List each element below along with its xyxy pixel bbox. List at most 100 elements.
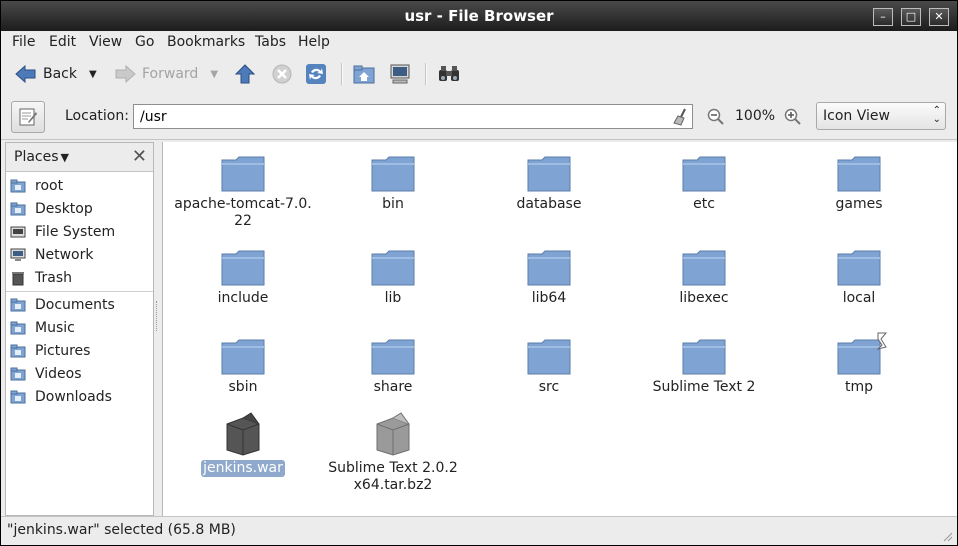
home-folder-icon [8, 178, 30, 194]
menu-file[interactable]: File [12, 33, 35, 51]
folder-item[interactable]: share [318, 337, 468, 396]
archive-icon [168, 412, 318, 456]
up-arrow-icon [234, 64, 256, 84]
menu-edit[interactable]: Edit [49, 33, 76, 51]
zoom-out-icon[interactable] [707, 108, 725, 130]
chevron-down-icon: ▼ [60, 151, 69, 164]
folder-item[interactable]: bin [318, 154, 468, 213]
zoom-level[interactable]: 100% [735, 108, 775, 124]
item-label: database [516, 196, 582, 212]
search-button[interactable] [437, 61, 461, 87]
updown-chevron-icon: ⌃ ⌄ [932, 105, 941, 125]
sidebar-item-label: Pictures [35, 343, 91, 359]
clear-location-icon[interactable] [673, 108, 689, 130]
sidebar-item-label: Desktop [35, 201, 93, 217]
archive-icon [318, 412, 468, 456]
close-sidebar-icon[interactable]: ✕ [132, 146, 147, 167]
item-label: etc [693, 196, 715, 212]
sidebar-resize-handle[interactable] [156, 301, 159, 331]
status-text: "jenkins.war" selected (65.8 MB) [7, 522, 236, 538]
sidebar-item-videos[interactable]: Videos [6, 363, 153, 385]
sidebar-item-label: Documents [35, 297, 115, 313]
zoom-in-icon[interactable] [784, 108, 802, 130]
menu-help[interactable]: Help [298, 33, 330, 51]
sidebar-item-pictures[interactable]: Pictures [6, 340, 153, 362]
places-sidebar: Places ▼ ✕ root Desktop File System Network T… [5, 142, 154, 516]
item-label: games [835, 196, 883, 212]
minimize-button[interactable]: – [873, 8, 893, 26]
music-folder-icon [8, 320, 30, 336]
item-label: sbin [228, 379, 258, 395]
folder-icon [629, 248, 779, 286]
item-label: jenkins.war [201, 460, 285, 477]
edit-note-icon [19, 108, 37, 126]
folder-item[interactable]: tmp [784, 332, 934, 396]
hard-drive-icon [8, 224, 30, 240]
folder-item[interactable]: local [784, 248, 934, 307]
status-bar: "jenkins.war" selected (65.8 MB) [1, 516, 957, 545]
toggle-location-mode-button[interactable] [11, 101, 45, 133]
folder-item[interactable]: lib64 [474, 248, 624, 307]
binoculars-icon [439, 66, 459, 81]
menu-tabs[interactable]: Tabs [255, 33, 286, 51]
close-window-button[interactable]: ✕ [929, 8, 949, 26]
folder-icon [168, 248, 318, 286]
documents-folder-icon [8, 297, 30, 313]
item-label: src [538, 379, 560, 395]
menu-view[interactable]: View [89, 33, 122, 51]
sidebar-item-label: Downloads [35, 389, 112, 405]
file-item[interactable]: Sublime Text 2.0.2 x64.tar.bz2 [318, 412, 468, 494]
sidebar-item-file-system[interactable]: File System [6, 221, 153, 243]
sidebar-item-downloads[interactable]: Downloads [6, 386, 153, 408]
sidebar-item-music[interactable]: Music [6, 317, 153, 339]
folder-item[interactable]: etc [629, 154, 779, 213]
forward-button[interactable]: Forward ▼ [114, 61, 218, 87]
stop-button[interactable] [271, 61, 293, 87]
item-label: local [842, 290, 876, 306]
folder-item[interactable]: games [784, 154, 934, 213]
folder-item[interactable]: database [474, 154, 624, 213]
maximize-button[interactable]: □ [901, 8, 921, 26]
file-browser-window: usr - File Browser – □ ✕ File Edit View … [1, 1, 957, 545]
computer-button[interactable] [389, 61, 411, 87]
sidebar-item-label: Network [35, 247, 94, 263]
folder-item[interactable]: src [474, 337, 624, 396]
places-dropdown[interactable]: Places ▼ [14, 149, 69, 165]
item-label: tmp [844, 379, 873, 395]
sidebar-item-network[interactable]: Network [6, 244, 153, 266]
item-label: include [217, 290, 269, 306]
home-button[interactable] [353, 61, 375, 87]
forward-arrow-icon [115, 64, 136, 84]
folder-icon [318, 248, 468, 286]
location-input[interactable] [133, 104, 693, 129]
folder-item[interactable]: lib [318, 248, 468, 307]
resize-grip-icon[interactable] [941, 530, 953, 542]
folder-icon [474, 248, 624, 286]
menu-bookmarks[interactable]: Bookmarks [167, 33, 245, 51]
sidebar-item-root[interactable]: root [6, 175, 153, 197]
view-mode-select[interactable]: Icon View ⌃ ⌄ [816, 102, 946, 130]
reload-button[interactable] [305, 61, 327, 87]
folder-icon [474, 154, 624, 192]
sidebar-item-desktop[interactable]: Desktop [6, 198, 153, 220]
folder-icon [168, 154, 318, 192]
folder-icon [629, 154, 779, 192]
sidebar-item-label: Videos [35, 366, 82, 382]
sidebar-item-trash[interactable]: Trash [6, 267, 153, 289]
folder-item[interactable]: libexec [629, 248, 779, 307]
folder-item[interactable]: Sublime Text 2 [629, 337, 779, 396]
sidebar-item-documents[interactable]: Documents [6, 294, 153, 316]
up-button[interactable] [234, 61, 256, 87]
back-button[interactable]: Back ▼ [15, 61, 97, 87]
back-history-chevron-icon[interactable]: ▼ [89, 69, 97, 80]
computer-icon [390, 64, 410, 84]
file-item[interactable]: jenkins.war [168, 412, 318, 477]
title-bar[interactable]: usr - File Browser – □ ✕ [1, 1, 957, 31]
menu-go[interactable]: Go [135, 33, 154, 51]
folder-item[interactable]: sbin [168, 337, 318, 396]
folder-item[interactable]: include [168, 248, 318, 307]
folder-item[interactable]: apache-tomcat-7.0. 22 [168, 154, 318, 230]
folder-icon [318, 154, 468, 192]
toolbar: Back ▼ Forward ▼ [1, 53, 957, 96]
forward-history-chevron-icon[interactable]: ▼ [210, 69, 218, 80]
